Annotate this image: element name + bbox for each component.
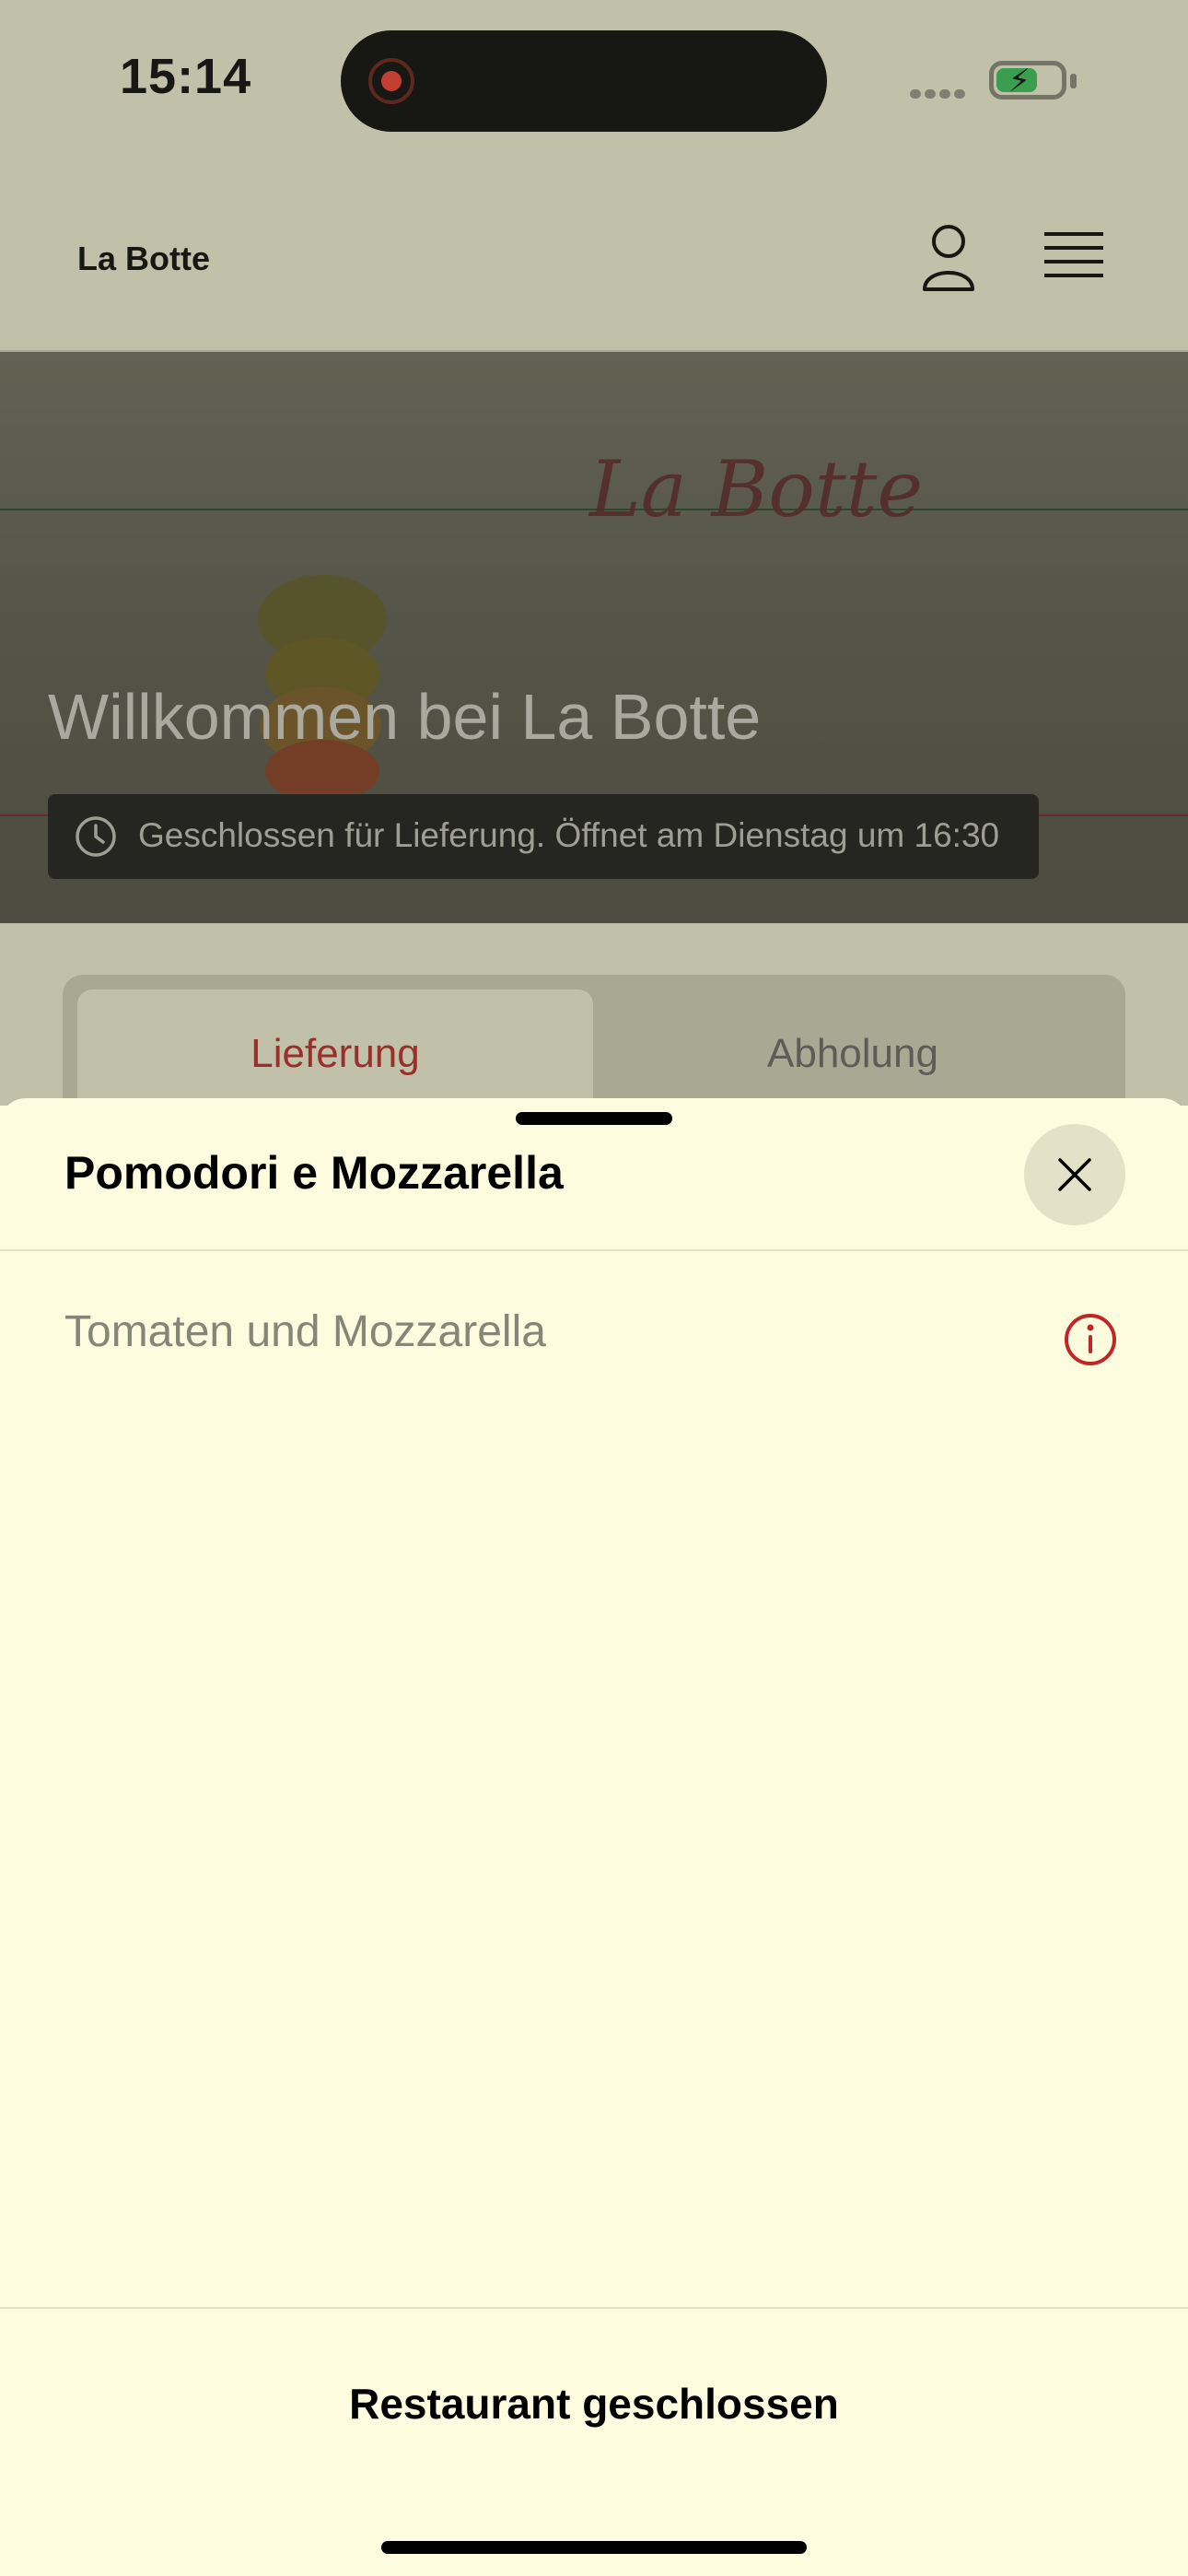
product-detail-sheet: Pomodori e Mozzarella Tomaten und Mozzar…: [0, 1098, 1188, 2576]
footer-divider: [0, 2307, 1188, 2309]
product-title: Pomodori e Mozzarella: [64, 1147, 564, 1199]
close-button[interactable]: [1024, 1124, 1125, 1225]
close-icon: [1058, 1158, 1091, 1191]
background-app: 15:14 ⚡ La Botte La Botte Willkommen bei…: [0, 0, 1188, 1128]
product-description: Tomaten und Mozzarella: [64, 1307, 546, 1356]
info-icon[interactable]: [1063, 1312, 1118, 1367]
sheet-grabber[interactable]: [516, 1112, 672, 1125]
divider: [0, 1249, 1188, 1251]
restaurant-closed-label: Restaurant geschlossen: [349, 2380, 839, 2428]
dim-overlay[interactable]: [0, 0, 1188, 1106]
home-indicator[interactable]: [381, 2541, 807, 2554]
